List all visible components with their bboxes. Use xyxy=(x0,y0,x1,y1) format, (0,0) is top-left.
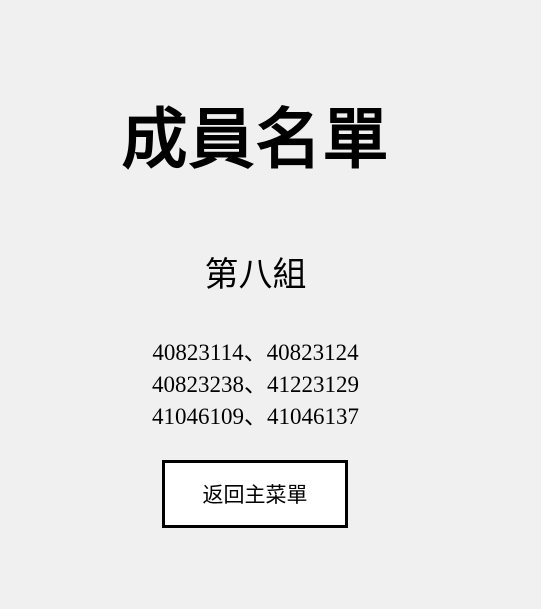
member-id-list: 40823114、40823124 40823238、41223129 4104… xyxy=(0,337,511,433)
page-title: 成員名單 xyxy=(121,101,390,178)
member-id-line: 40823114、40823124 xyxy=(152,340,359,365)
group-name: 第八組 xyxy=(204,255,307,295)
member-id-line: 40823238、41223129 xyxy=(152,372,359,397)
member-list-page: 成員名單 第八組 40823114、40823124 40823238、4122… xyxy=(0,0,541,609)
back-to-main-menu-button[interactable]: 返回主菜單 xyxy=(162,460,348,528)
member-id-line: 41046109、41046137 xyxy=(152,404,359,429)
